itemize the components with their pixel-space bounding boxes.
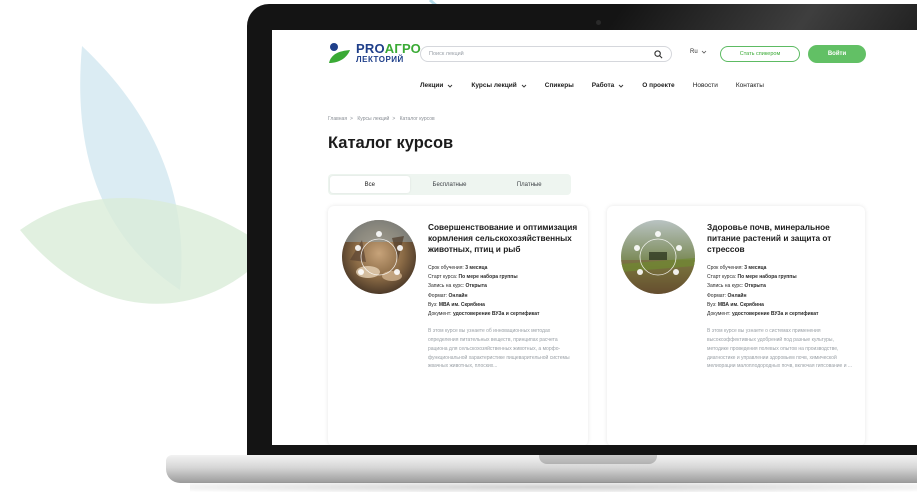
search-input[interactable] (429, 51, 654, 57)
course-meta: Срок обучения: 3 месяца Старт курса: По … (428, 264, 540, 318)
nav-item-lectures[interactable]: Лекции (420, 82, 453, 89)
breadcrumb-separator: > (350, 116, 353, 122)
nav-item-contacts[interactable]: Контакты (736, 82, 764, 89)
tab-all[interactable]: Все (330, 176, 410, 193)
course-meta: Срок обучения: 3 месяца Старт курса: По … (707, 264, 819, 318)
nav-item-courses[interactable]: Курсы лекций (471, 82, 527, 89)
filter-tabs: Все Бесплатные Платные (328, 174, 571, 195)
course-description: В этом курсе вы узнаете о системах приме… (707, 328, 853, 370)
logo-leaf-icon (329, 43, 350, 63)
course-image-livestock (342, 220, 416, 294)
nav-item-speakers[interactable]: Спикеры (545, 82, 574, 89)
logo-title: PROАГРО (356, 41, 421, 56)
course-description: В этом курсе вы узнаете об инновационных… (428, 328, 570, 370)
breadcrumb-current: Каталог курсов (399, 116, 435, 122)
language-label: Ru (690, 49, 698, 55)
nav-item-about[interactable]: О проекте (642, 82, 674, 89)
nav-item-news[interactable]: Новости (693, 82, 718, 89)
course-title[interactable]: Здоровье почв, минеральное питание расте… (707, 222, 855, 255)
language-selector[interactable]: Ru (690, 49, 707, 55)
course-card[interactable]: Здоровье почв, минеральное питание расте… (607, 206, 865, 445)
chevron-down-icon (701, 50, 706, 54)
chevron-down-icon (618, 84, 624, 88)
decorative-leaf-left (20, 46, 270, 304)
login-button[interactable]: Войти (808, 45, 866, 63)
breadcrumb-separator: > (392, 116, 396, 122)
search-icon[interactable] (654, 49, 663, 59)
nav-item-work[interactable]: Работа (592, 82, 625, 89)
laptop-shadow (190, 482, 917, 492)
laptop-hinge-notch (539, 455, 657, 464)
breadcrumb-courses[interactable]: Курсы лекций (357, 116, 389, 122)
main-nav: Лекции Курсы лекций Спикеры Работа О про… (420, 82, 782, 89)
site-logo[interactable]: PROАГРО ЛЕКТОРИЙ (327, 42, 421, 64)
page-title: Каталог курсов (328, 134, 454, 152)
breadcrumb-home[interactable]: Главная (328, 116, 347, 122)
laptop-camera (596, 20, 601, 25)
logo-subtitle: ЛЕКТОРИЙ (356, 55, 404, 64)
chevron-down-icon (448, 84, 453, 88)
search-box[interactable] (420, 46, 672, 62)
become-speaker-button[interactable]: Стать спикером (720, 46, 800, 62)
chevron-down-icon (521, 84, 527, 88)
course-title[interactable]: Совершенствование и оптимизация кормлени… (428, 222, 578, 255)
tab-paid[interactable]: Платные (489, 176, 569, 193)
course-card[interactable]: Совершенствование и оптимизация кормлени… (328, 206, 588, 445)
course-image-field (621, 220, 695, 294)
breadcrumb: Главная > Курсы лекций > Каталог курсов (328, 116, 438, 122)
laptop-screen: PROАГРО ЛЕКТОРИЙ Ru Стать спикером Войти… (272, 30, 917, 445)
tab-free[interactable]: Бесплатные (410, 176, 490, 193)
